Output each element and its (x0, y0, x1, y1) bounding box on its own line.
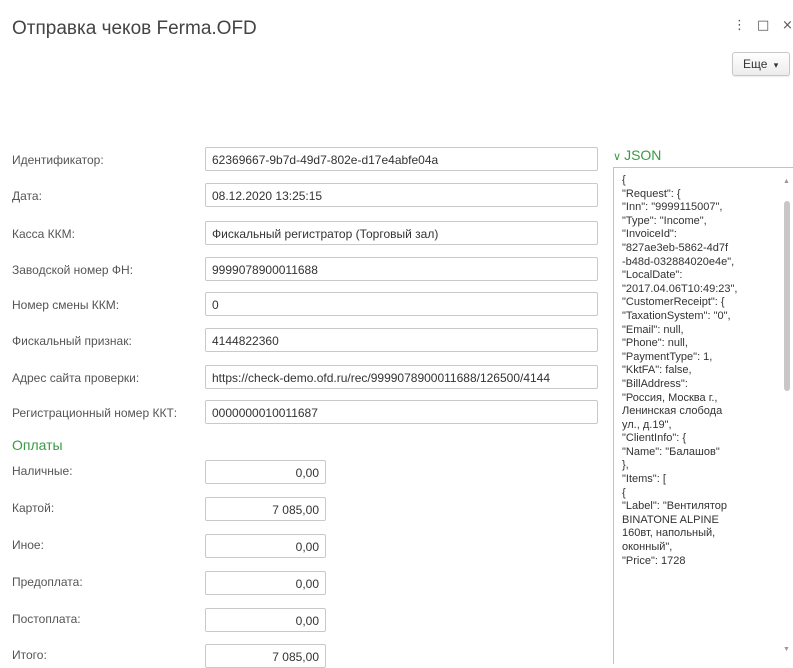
date-field[interactable]: 08.12.2020 13:25:15 (205, 183, 598, 207)
shift-number-label: Номер смены ККМ: (12, 298, 120, 312)
scroll-down-icon[interactable]: ▼ (783, 646, 790, 653)
date-label: Дата: (12, 189, 42, 203)
json-textarea[interactable]: { "Request": { "Inn": "9999115007", "Typ… (613, 167, 793, 664)
cash-register-field[interactable]: Фискальный регистратор (Торговый зал) (205, 221, 598, 245)
identifier-label: Идентификатор: (12, 153, 104, 167)
check-url-label: Адрес сайта проверки: (12, 371, 140, 385)
payment-card-field[interactable]: 7 085,00 (205, 497, 326, 521)
maximize-icon[interactable]: □ (757, 18, 769, 33)
shift-number-field[interactable]: 0 (205, 292, 598, 316)
payment-total-field[interactable]: 7 085,00 (205, 644, 326, 668)
scroll-up-icon[interactable]: ▲ (783, 178, 790, 185)
json-section-header[interactable]: ∨ JSON (613, 147, 661, 163)
json-content: { "Request": { "Inn": "9999115007", "Typ… (622, 174, 738, 567)
fiscal-sign-field[interactable]: 4144822360 (205, 328, 598, 352)
window-title: Отправка чеков Ferma.OFD (12, 18, 257, 39)
json-section-title: JSON (624, 147, 662, 163)
check-url-field[interactable]: https://check-demo.ofd.ru/rec/9999078900… (205, 365, 598, 389)
payment-prepayment-label: Предоплата: (12, 575, 83, 589)
payment-prepayment-field[interactable]: 0,00 (205, 571, 326, 595)
identifier-field[interactable]: 62369667-9b7d-49d7-802e-d17e4abfe04a (205, 147, 598, 171)
payment-other-label: Иное: (12, 538, 44, 552)
chevron-down-icon: ∨ (613, 151, 622, 163)
cash-register-label: Касса ККМ: (12, 227, 75, 241)
payment-postpayment-field[interactable]: 0,00 (205, 608, 326, 632)
fn-serial-label: Заводской номер ФН: (12, 263, 134, 277)
more-actions-icon[interactable]: ⋮ (733, 18, 746, 33)
more-button-label: Еще (743, 57, 768, 71)
payment-postpayment-label: Постоплата: (12, 612, 81, 626)
scrollbar-thumb[interactable] (784, 201, 790, 391)
more-button[interactable]: Еще ▾ (732, 52, 790, 76)
payment-other-field[interactable]: 0,00 (205, 534, 326, 558)
json-scrollbar[interactable]: ▲ ▼ (781, 176, 793, 664)
kkt-reg-number-label: Регистрационный номер ККТ: (12, 406, 178, 420)
close-icon[interactable]: × (782, 18, 793, 33)
fn-serial-field[interactable]: 9999078900011688 (205, 257, 598, 281)
payment-cash-label: Наличные: (12, 464, 73, 478)
kkt-reg-number-field[interactable]: 0000000010011687 (205, 400, 598, 424)
fiscal-sign-label: Фискальный признак: (12, 334, 132, 348)
chevron-down-icon: ▾ (773, 60, 779, 70)
payment-card-label: Картой: (12, 501, 55, 515)
payment-total-label: Итого: (12, 648, 47, 662)
payments-heading: Оплаты (12, 437, 63, 453)
payment-cash-field[interactable]: 0,00 (205, 460, 326, 484)
